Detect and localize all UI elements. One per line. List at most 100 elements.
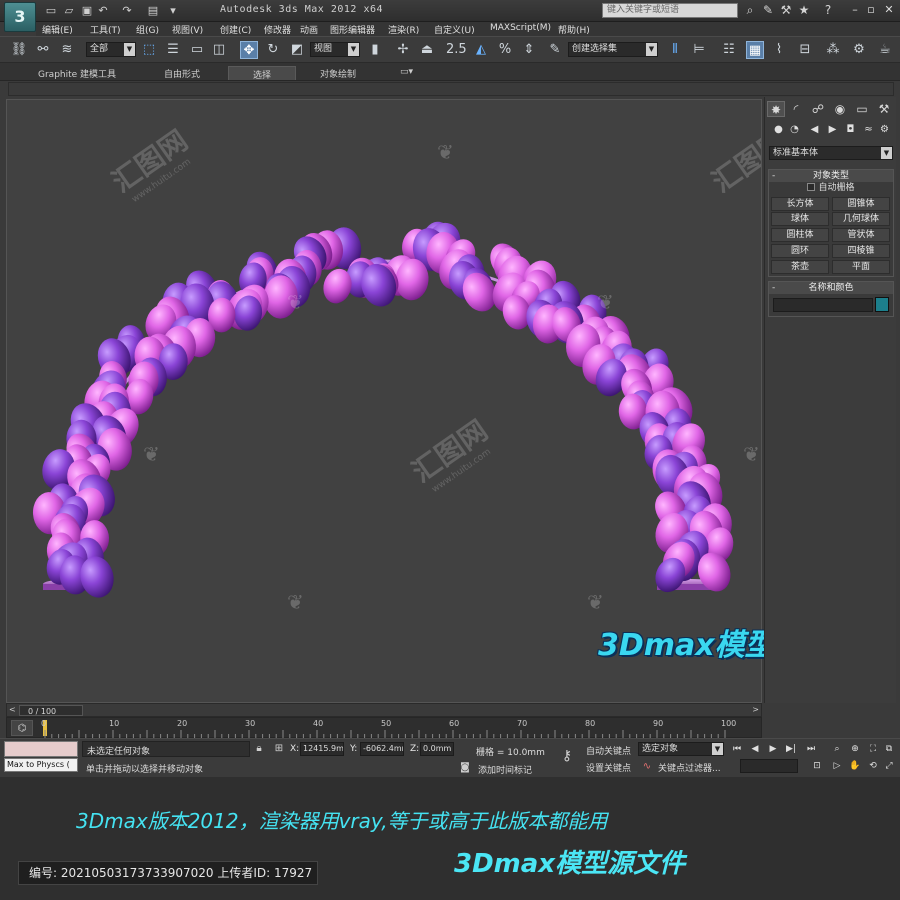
current-frame-field[interactable] bbox=[740, 759, 798, 773]
menu-rendering[interactable]: 渲染(R) bbox=[388, 23, 419, 36]
set-key-icon[interactable]: ⚷ bbox=[560, 749, 574, 763]
help-icon[interactable]: ? bbox=[820, 3, 836, 18]
key-filter-curve-icon[interactable]: ∿ bbox=[640, 760, 654, 774]
time-slider-thumb[interactable]: 0 / 100 bbox=[19, 705, 83, 716]
menu-graph-editors[interactable]: 图形编辑器 bbox=[330, 23, 375, 36]
set-key-button[interactable]: 设置关键点 bbox=[586, 761, 631, 774]
menu-modifiers[interactable]: 修改器 bbox=[264, 23, 291, 36]
save-icon[interactable]: ▣ bbox=[80, 4, 94, 17]
selection-filter-dropdown[interactable]: 全部 ▼ bbox=[86, 42, 136, 57]
autogrid-checkbox[interactable]: 自动栅格 bbox=[769, 182, 893, 195]
object-type-header[interactable]: - 对象类型 bbox=[769, 170, 893, 182]
menu-group[interactable]: 组(G) bbox=[136, 23, 159, 36]
percent-snap-icon[interactable]: % bbox=[496, 41, 514, 59]
geosphere-button[interactable]: 几何球体 bbox=[832, 212, 890, 226]
tab-freeform[interactable]: 自由形式 bbox=[156, 66, 208, 80]
systems-icon[interactable]: ⚙ bbox=[877, 123, 892, 137]
3dsmax-logo-icon[interactable]: 3 bbox=[4, 2, 36, 32]
schematic-view-icon[interactable]: ⊟ bbox=[796, 41, 814, 59]
plane-button[interactable]: 平面 bbox=[832, 260, 890, 274]
geometry-icon[interactable]: ● bbox=[771, 123, 786, 137]
pivot-center-icon[interactable]: ▮ bbox=[366, 41, 384, 59]
help-search-input[interactable]: 键入关键字或短语 bbox=[602, 3, 738, 18]
menu-views[interactable]: 视图(V) bbox=[172, 23, 203, 36]
edit-named-selection-icon[interactable]: ✎ bbox=[546, 41, 564, 59]
mirror-icon[interactable]: ⫴ bbox=[666, 41, 684, 59]
tab-graphite-modeling[interactable]: Graphite 建模工具 bbox=[30, 66, 124, 80]
zoom-all-icon[interactable]: ⊕ bbox=[848, 742, 862, 756]
helpers-icon[interactable]: ◘ bbox=[843, 123, 858, 137]
align-icon[interactable]: ⊨ bbox=[690, 41, 708, 59]
menu-animation[interactable]: 动画 bbox=[300, 23, 318, 36]
key-mode-dropdown[interactable]: 选定对象 ▼ bbox=[638, 742, 724, 756]
trackbar[interactable]: ⌬ 0 10 20 30 40 50 60 70 80 90 100 bbox=[6, 717, 762, 738]
select-scale-icon[interactable]: ◩ bbox=[288, 41, 306, 59]
open-folder-icon[interactable]: ▱ bbox=[62, 4, 76, 17]
layer-manager-icon[interactable]: ☷ bbox=[720, 41, 738, 59]
select-object-icon[interactable]: ⬚ bbox=[140, 41, 158, 59]
maxscript-listener-text[interactable]: Max to Physcs ( bbox=[4, 758, 78, 772]
graphite-toggle-icon[interactable]: ▦ bbox=[746, 41, 764, 59]
next-frame-icon[interactable]: ▶| bbox=[784, 742, 798, 756]
lights-icon[interactable]: ◀ bbox=[807, 123, 822, 137]
pan-icon[interactable]: ✋ bbox=[848, 759, 862, 773]
star-icon[interactable]: ★ bbox=[796, 3, 812, 18]
menu-edit[interactable]: 编辑(E) bbox=[42, 23, 73, 36]
go-to-start-icon[interactable]: ⏮ bbox=[730, 742, 744, 756]
lock-icon[interactable]: 🔒︎ bbox=[252, 742, 266, 756]
render-production-icon[interactable]: ☕ bbox=[876, 41, 894, 59]
x-coordinate-field[interactable]: 12415.9mm bbox=[300, 742, 344, 756]
extra-icon[interactable]: ▾ bbox=[166, 4, 180, 17]
reference-coord-dropdown[interactable]: 视图 ▼ bbox=[310, 42, 360, 57]
zoom-extents-icon[interactable]: ⛶ bbox=[866, 742, 880, 756]
shapes-icon[interactable]: ◔ bbox=[787, 123, 802, 137]
space-warps-icon[interactable]: ≈ bbox=[861, 123, 876, 137]
cameras-icon[interactable]: ▶ bbox=[825, 123, 840, 137]
auto-key-button[interactable]: 自动关键点 bbox=[586, 744, 631, 757]
zoom-icon[interactable]: ⌕ bbox=[830, 742, 844, 756]
close-button[interactable]: ✕ bbox=[880, 2, 898, 18]
menu-customize[interactable]: 自定义(U) bbox=[434, 23, 475, 36]
menu-maxscript[interactable]: MAXScript(M) bbox=[490, 23, 551, 33]
menu-create[interactable]: 创建(C) bbox=[220, 23, 251, 36]
play-icon[interactable]: ▶ bbox=[766, 742, 780, 756]
binoculars-icon[interactable]: ⌕ bbox=[742, 3, 758, 18]
orbit-icon[interactable]: ⟲ bbox=[866, 759, 880, 773]
unlink-icon[interactable]: ⚯ bbox=[34, 41, 52, 59]
object-name-input[interactable] bbox=[773, 298, 873, 312]
pyramid-button[interactable]: 四棱锥 bbox=[832, 244, 890, 258]
material-editor-icon[interactable]: ⁂ bbox=[824, 41, 842, 59]
time-tag-icon[interactable]: ◙ bbox=[458, 761, 472, 775]
snaps-toggle-icon[interactable]: 2.5 bbox=[446, 41, 467, 59]
spinner-snap-icon[interactable]: ⇕ bbox=[520, 41, 538, 59]
torus-button[interactable]: 圆环 bbox=[771, 244, 829, 258]
tools-icon[interactable]: ⚒ bbox=[778, 3, 794, 18]
rectangular-selection-icon[interactable]: ▭ bbox=[188, 41, 206, 59]
slider-next-icon[interactable]: > bbox=[752, 705, 759, 714]
ribbon-options-icon[interactable]: ▭▾ bbox=[392, 66, 421, 80]
cylinder-button[interactable]: 圆柱体 bbox=[771, 228, 829, 242]
render-setup-icon[interactable]: ⚙ bbox=[850, 41, 868, 59]
sphere-button[interactable]: 球体 bbox=[771, 212, 829, 226]
box-button[interactable]: 长方体 bbox=[771, 197, 829, 211]
tools-icon[interactable]: ✎ bbox=[760, 3, 776, 18]
go-to-end-icon[interactable]: ⏭ bbox=[804, 742, 818, 756]
create-tab-icon[interactable]: ✸ bbox=[767, 101, 785, 117]
object-color-swatch[interactable] bbox=[875, 297, 889, 312]
undo-icon[interactable]: ↶ bbox=[96, 4, 110, 17]
display-tab-icon[interactable]: ▭ bbox=[853, 101, 871, 117]
cone-button[interactable]: 圆锥体 bbox=[832, 197, 890, 211]
teapot-button[interactable]: 茶壶 bbox=[771, 260, 829, 274]
motion-tab-icon[interactable]: ◉ bbox=[831, 101, 849, 117]
keyboard-shortcut-icon[interactable]: ⏏ bbox=[418, 41, 436, 59]
primitive-category-dropdown[interactable]: 标准基本体 ▼ bbox=[769, 146, 893, 160]
bind-space-warp-icon[interactable]: ≋ bbox=[58, 41, 76, 59]
z-coordinate-field[interactable]: 0.0mm bbox=[420, 742, 454, 756]
hierarchy-tab-icon[interactable]: ☍ bbox=[809, 101, 827, 117]
angle-snap-icon[interactable]: ◭ bbox=[472, 41, 490, 59]
add-time-tag[interactable]: 添加时间标记 bbox=[478, 763, 532, 776]
menu-tools[interactable]: 工具(T) bbox=[90, 23, 121, 36]
maximize-button[interactable]: ▫ bbox=[862, 2, 880, 18]
project-folder-icon[interactable]: ▤ bbox=[146, 4, 160, 17]
select-manipulate-icon[interactable]: ✢ bbox=[394, 41, 412, 59]
